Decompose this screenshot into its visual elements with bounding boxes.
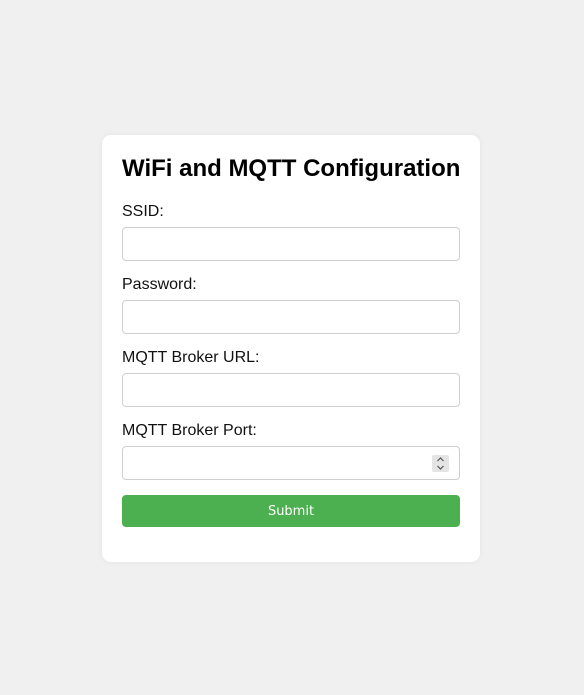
broker-port-input[interactable] bbox=[122, 446, 460, 480]
broker-url-input[interactable] bbox=[122, 373, 460, 407]
spin-stepper-icon[interactable] bbox=[432, 455, 449, 472]
password-label: Password: bbox=[122, 276, 197, 293]
ssid-label: SSID: bbox=[122, 203, 164, 220]
broker-port-label: MQTT Broker Port: bbox=[122, 422, 257, 439]
submit-button[interactable]: Submit bbox=[122, 495, 460, 527]
chevron-up-icon[interactable] bbox=[436, 456, 445, 463]
config-card: WiFi and MQTT Configuration SSID: Passwo… bbox=[102, 135, 480, 562]
ssid-input[interactable] bbox=[122, 227, 460, 261]
broker-url-label: MQTT Broker URL: bbox=[122, 349, 260, 366]
password-input[interactable] bbox=[122, 300, 460, 334]
page-title: WiFi and MQTT Configuration bbox=[122, 155, 461, 182]
chevron-down-icon[interactable] bbox=[436, 464, 445, 471]
